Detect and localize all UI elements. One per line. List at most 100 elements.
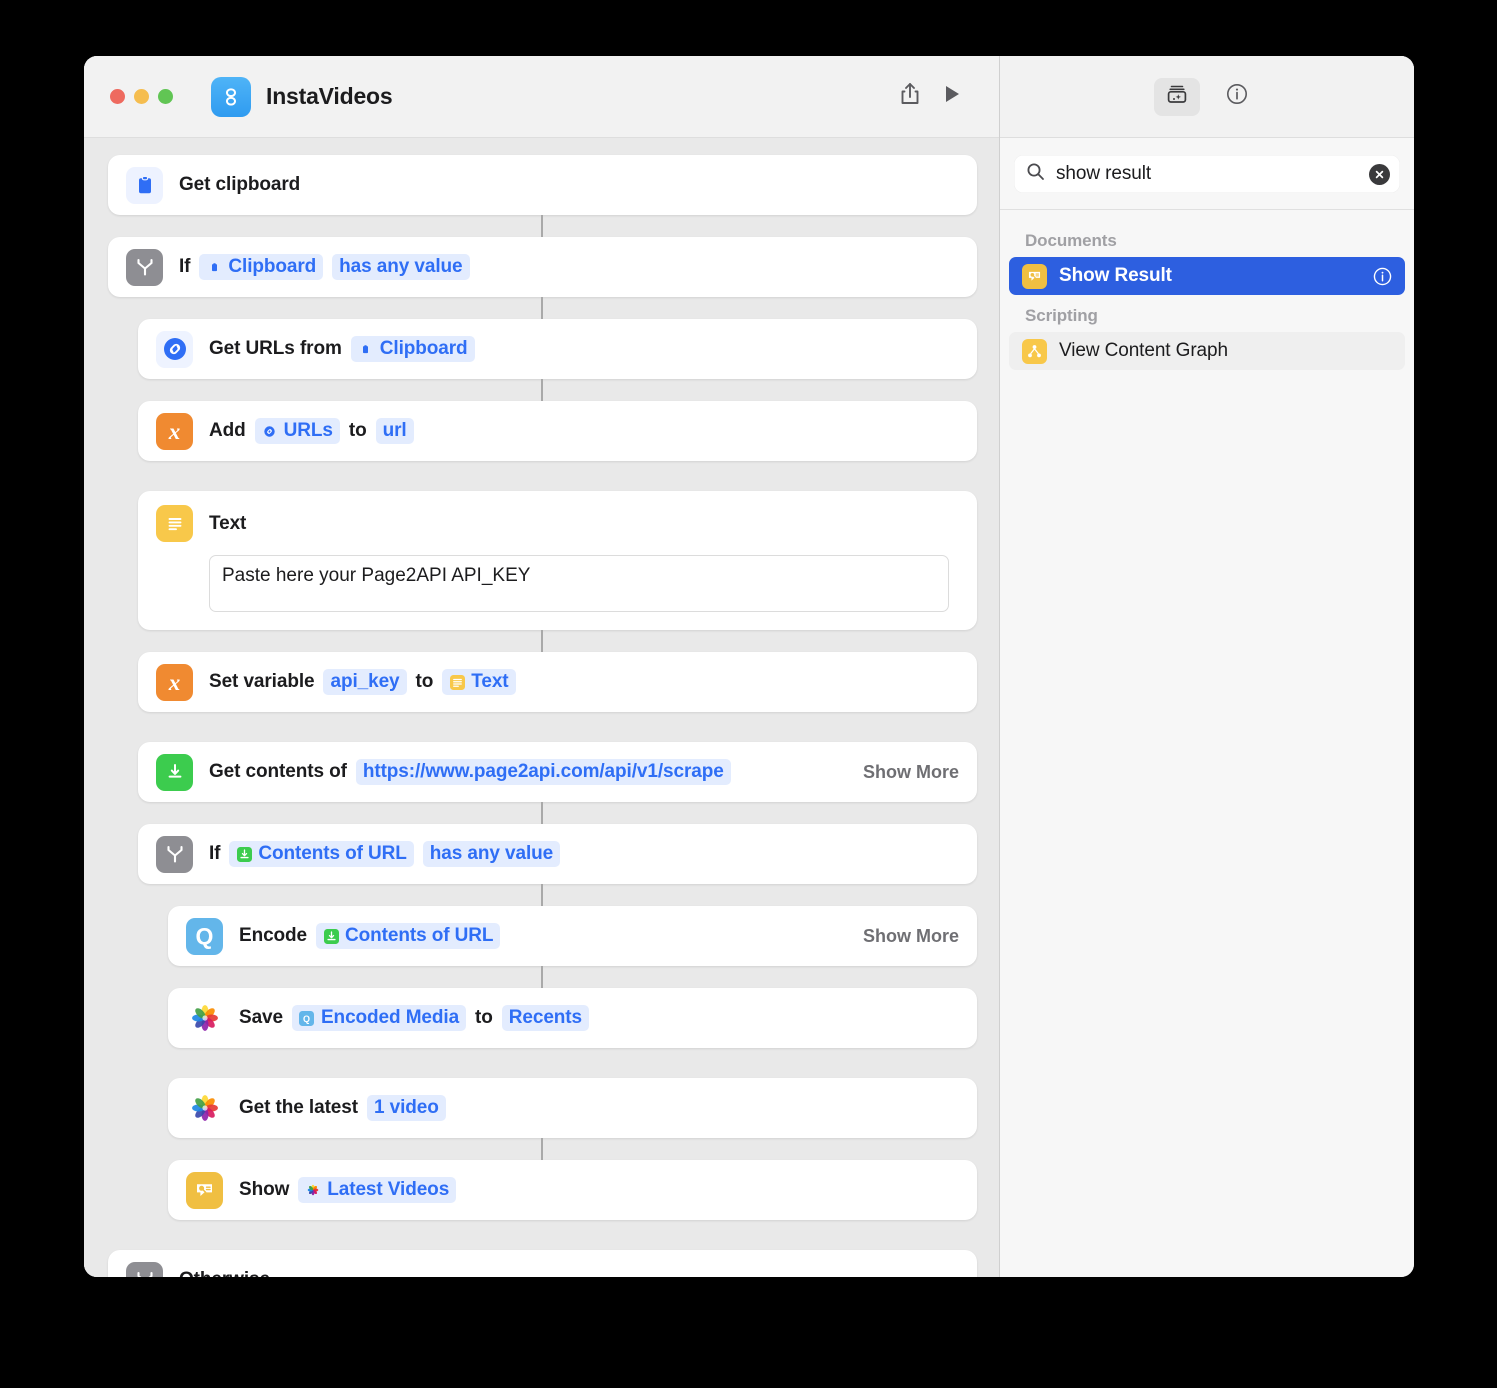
search-icon [1026, 162, 1045, 186]
action-word: Text [209, 512, 247, 534]
action-label: Save Q Encoded Media to Recents [239, 1005, 598, 1031]
show-more-button[interactable]: Show More [849, 762, 959, 783]
token-text: 1 video [373, 1097, 439, 1118]
share-button[interactable] [889, 76, 931, 118]
action-token[interactable]: Text [442, 669, 516, 695]
action-word: Get contents of [209, 761, 347, 782]
text-mini [449, 674, 465, 690]
action-token[interactable]: 1 video [366, 1095, 446, 1121]
action-token[interactable]: Clipboard [199, 254, 324, 280]
info-button[interactable] [1214, 78, 1260, 116]
photos-mini [305, 1182, 321, 1198]
action-connector [541, 461, 543, 491]
action-label: Set variable api_key to Text [209, 669, 525, 695]
action-card-add-urls[interactable]: x Add URLs to url [138, 401, 977, 461]
action-connector [540, 1138, 543, 1160]
action-token[interactable]: has any value [422, 841, 561, 867]
action-connector [540, 297, 543, 319]
workflow-canvas[interactable]: Get clipboard If Clipboard has any value G… [84, 138, 999, 1277]
action-label: Get the latest 1 video [239, 1095, 455, 1121]
window-titlebar: InstaVideos [84, 56, 999, 138]
action-token[interactable]: url [375, 418, 414, 444]
action-word: to [475, 1007, 493, 1028]
action-connector [541, 1048, 543, 1078]
action-word: Add [209, 420, 246, 441]
result-item[interactable]: View Content Graph [1009, 332, 1405, 370]
action-header: Text [156, 505, 959, 542]
get-contents-icon [156, 753, 193, 791]
token-text: api_key [330, 671, 400, 692]
action-token[interactable]: api_key [323, 669, 407, 695]
action-card-text-block[interactable]: Text Paste here your Page2API API_KEY [138, 491, 977, 630]
action-token[interactable]: Recents [501, 1005, 590, 1031]
action-card-get-urls[interactable]: Get URLs from Clipboard [138, 319, 977, 379]
token-text: Clipboard [228, 256, 317, 277]
search-input[interactable]: show result [1014, 155, 1400, 193]
token-text: Text [471, 671, 509, 692]
show-more-button[interactable]: Show More [849, 926, 959, 947]
token-text: has any value [339, 256, 463, 277]
minimize-button[interactable] [134, 89, 149, 104]
token-text: Clipboard [379, 338, 468, 359]
action-header: Q Encode Contents of URL Show More [186, 917, 959, 955]
close-button[interactable] [110, 89, 125, 104]
action-card-save-to-photos[interactable]: Save Q Encoded Media to Recents [168, 988, 977, 1048]
clear-search-button[interactable] [1369, 163, 1390, 185]
action-card-otherwise[interactable]: Otherwise [108, 1250, 977, 1277]
action-card-get-clipboard[interactable]: Get clipboard [108, 155, 977, 215]
link-icon [156, 330, 193, 368]
action-card-get-latest-videos[interactable]: Get the latest 1 video [168, 1078, 977, 1138]
action-card-if-clipboard[interactable]: If Clipboard has any value [108, 237, 977, 297]
action-label: Get URLs from Clipboard [209, 336, 484, 362]
variable-x-icon: x [156, 412, 193, 450]
token-text: Recents [508, 1007, 583, 1028]
action-word: Otherwise [179, 1269, 270, 1277]
info-icon [1225, 82, 1249, 111]
action-token[interactable]: Clipboard [350, 336, 475, 362]
encode-mini: Q [299, 1010, 315, 1026]
action-token[interactable]: Latest Videos [298, 1177, 457, 1203]
action-token[interactable]: Contents of URL [316, 923, 501, 949]
result-group-label: Documents [1025, 231, 1117, 250]
action-word: If [209, 843, 221, 864]
search-input-value: show result [1056, 163, 1151, 184]
if-branch-icon [126, 248, 163, 286]
get-contents-mini [323, 928, 339, 944]
action-word: Encode [239, 925, 308, 946]
result-group-label: Scripting [1025, 306, 1098, 325]
action-card-set-variable[interactable]: x Set variable api_key to Text [138, 652, 977, 712]
action-card-encode-media[interactable]: Q Encode Contents of URL Show More [168, 906, 977, 966]
action-card-if-contents[interactable]: If Contents of URL has any value [138, 824, 977, 884]
shortcuts-icon [211, 76, 251, 117]
zoom-button[interactable] [158, 89, 173, 104]
link-mini [262, 423, 278, 439]
result-info-icon[interactable] [1372, 266, 1393, 287]
action-header: If Contents of URL has any value [156, 835, 959, 873]
action-word: Get the latest [239, 1097, 358, 1118]
action-connector [540, 802, 543, 824]
action-word: to [415, 671, 434, 692]
quick-look-icon [186, 1171, 223, 1209]
token-text: url [382, 420, 407, 441]
run-button[interactable] [931, 76, 973, 118]
action-header: Get contents of https://www.page2api.com/… [156, 753, 959, 791]
action-connector [541, 712, 543, 742]
action-connector [540, 215, 543, 237]
action-token[interactable]: has any value [332, 254, 470, 280]
action-card-show-latest-videos[interactable]: Show Latest Videos [168, 1160, 977, 1220]
page-title: InstaVideos [266, 83, 393, 109]
text-action-input[interactable]: Paste here your Page2API API_KEY [209, 555, 949, 612]
action-token[interactable]: URLs [254, 418, 340, 444]
token-text: has any value [429, 843, 554, 864]
action-token[interactable]: Contents of URL [229, 841, 414, 867]
result-item[interactable]: Show Result [1009, 257, 1405, 295]
action-card-get-contents[interactable]: Get contents of https://www.page2api.com/… [138, 742, 977, 802]
search-results-list[interactable]: Documents Show Result Scripting View Con… [1000, 210, 1414, 1277]
action-header: x Add URLs to url [156, 412, 959, 450]
action-token[interactable]: Q Encoded Media [291, 1005, 467, 1031]
content-graph-icon [1022, 338, 1047, 364]
action-header: Get clipboard [126, 166, 959, 204]
action-token[interactable]: https://www.page2api.com/api/v1/scrape [355, 759, 731, 785]
action-library-button[interactable] [1154, 77, 1200, 116]
result-item-label: Show Result [1059, 265, 1172, 286]
